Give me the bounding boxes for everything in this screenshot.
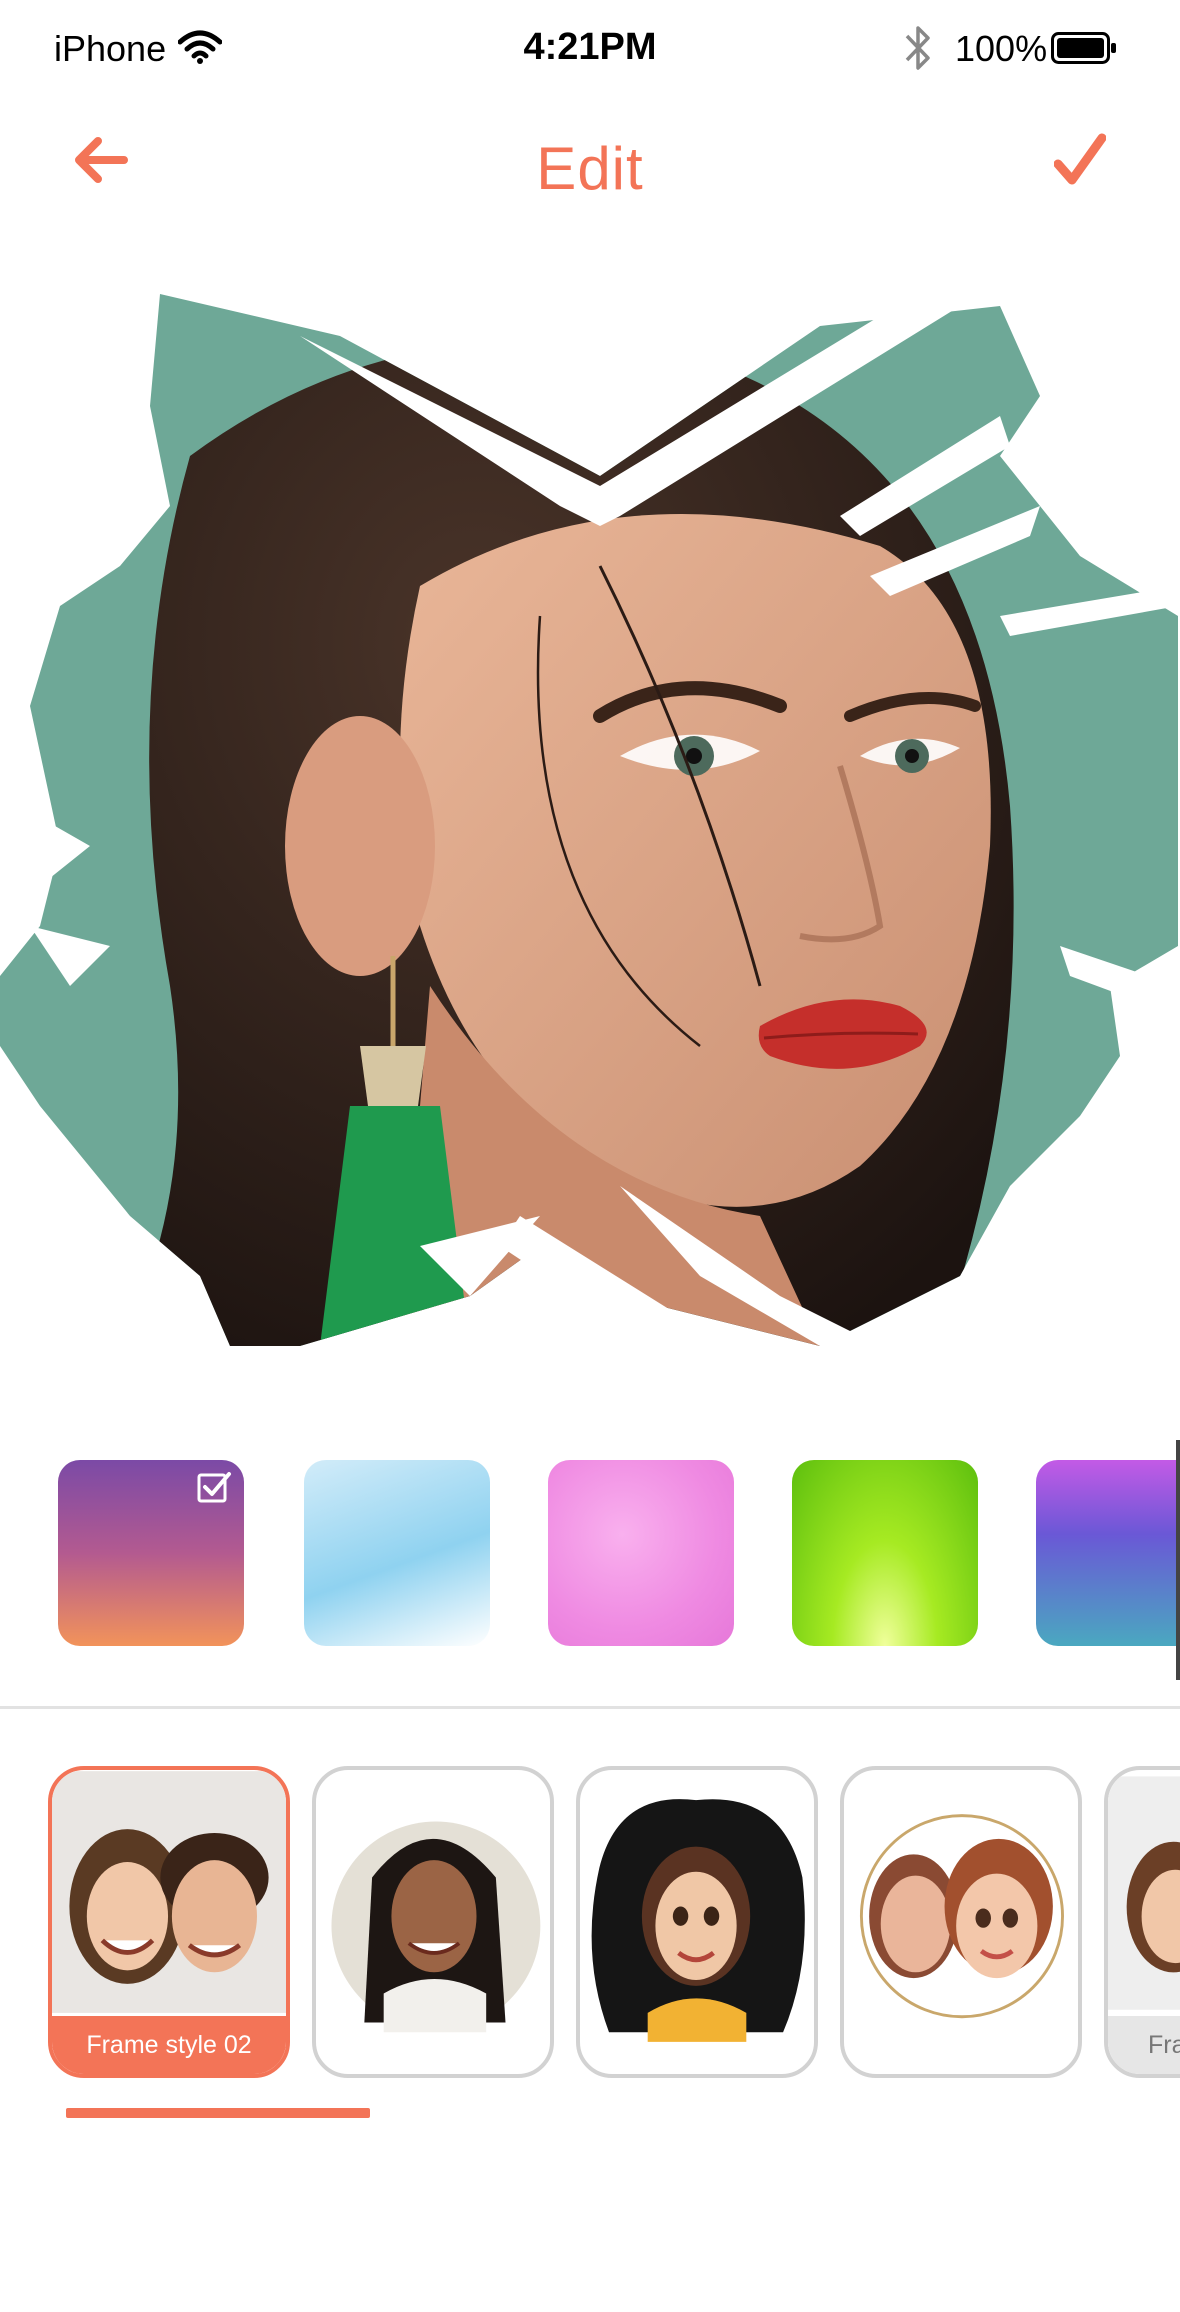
frame-thumbnail	[331, 1821, 541, 2033]
checkmark-icon[interactable]	[1054, 130, 1106, 190]
background-swatch[interactable]	[58, 1460, 244, 1646]
tab-indicator	[66, 2108, 370, 2118]
frame-thumbnail	[859, 1814, 1064, 2019]
frame-style-card[interactable]: Frame style 02	[48, 1766, 290, 2078]
page-title: Edit	[536, 135, 644, 202]
background-swatch[interactable]	[304, 1460, 490, 1646]
frame-style-card[interactable]: Fra	[1104, 1766, 1180, 2078]
background-swatch[interactable]	[548, 1460, 734, 1646]
frame-style-list: Frame style 02 Fr	[0, 1760, 1180, 2090]
frame-style-card[interactable]	[312, 1766, 554, 2078]
divider	[0, 1706, 1180, 1709]
frame-style-card[interactable]	[576, 1766, 818, 2078]
battery-icon	[1051, 32, 1116, 64]
frame-style-label: Frame style 02	[52, 2016, 286, 2074]
frame-style-card[interactable]	[840, 1766, 1082, 2078]
status-bar: iPhone 4:21PM 100%	[0, 0, 1180, 100]
checkbox-checked-icon	[197, 1472, 231, 1503]
background-swatch[interactable]	[1036, 1460, 1180, 1646]
scroll-edge	[1176, 1440, 1180, 1680]
background-swatch[interactable]	[792, 1460, 978, 1646]
frame-style-label: Fra	[1108, 2016, 1180, 2074]
bluetooth-icon	[905, 26, 930, 70]
background-picker	[0, 1440, 1180, 1690]
photo-canvas[interactable]	[0, 286, 1180, 1346]
frame-thumbnail	[591, 1799, 805, 2042]
battery-percent: 100%	[955, 28, 1048, 69]
